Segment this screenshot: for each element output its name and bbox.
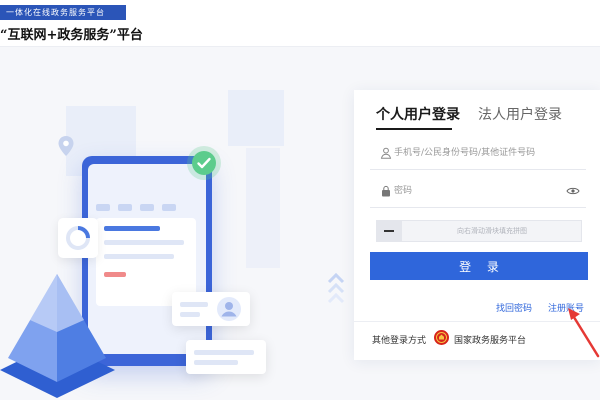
card-bar: [194, 360, 238, 365]
pyramid-illustration: [0, 274, 115, 398]
checkmark-icon: [192, 151, 216, 175]
screen-chip: [162, 204, 176, 211]
screen-chip: [140, 204, 154, 211]
user-icon: [380, 147, 392, 159]
site-header: 一体化在线政务服务平台 “互联网+政务服务”平台: [0, 0, 600, 47]
progress-ring-card: [58, 218, 98, 258]
screen-chip: [118, 204, 132, 211]
username-field: [370, 136, 586, 170]
screen-bar: [104, 240, 184, 245]
national-emblem-icon[interactable]: [434, 330, 449, 345]
header-tagline: 一体化在线政务服务平台: [0, 5, 126, 20]
screen-bar: [104, 226, 160, 231]
profile-card: [172, 292, 250, 326]
card-bar: [194, 350, 254, 355]
forgot-password-link[interactable]: 找回密码: [496, 301, 532, 314]
hero-illustration: [0, 48, 360, 400]
active-tab-indicator: [376, 128, 452, 130]
card-bar: [180, 302, 208, 307]
gov-platform-login-link[interactable]: 国家政务服务平台: [454, 333, 526, 346]
tab-personal-login[interactable]: 个人用户登录: [376, 104, 460, 124]
password-input[interactable]: [394, 183, 564, 199]
annotation-arrow-icon: [568, 308, 600, 358]
background-square: [246, 148, 280, 268]
slider-handle[interactable]: [376, 220, 402, 242]
background-square: [228, 90, 284, 146]
eye-icon[interactable]: [566, 186, 580, 196]
tab-legal-login[interactable]: 法人用户登录: [478, 104, 562, 124]
screen-chip: [96, 204, 110, 211]
password-field: [370, 174, 586, 208]
card-bar: [180, 312, 200, 317]
platform-name[interactable]: “互联网+政务服务”平台: [0, 24, 143, 43]
chevron-up-icon: [327, 272, 345, 304]
lock-icon: [382, 185, 390, 197]
other-login-label: 其他登录方式: [372, 336, 427, 346]
location-pin-icon: [58, 136, 74, 156]
username-input[interactable]: [394, 145, 564, 161]
chat-card: [186, 340, 266, 374]
slider-hint: 向右滑动滑块填充拼图: [457, 227, 527, 235]
screen-bar: [104, 254, 174, 259]
avatar-icon: [217, 297, 241, 321]
login-button[interactable]: 登 录: [370, 252, 588, 280]
captcha-slider: 向右滑动滑块填充拼图: [376, 220, 582, 242]
